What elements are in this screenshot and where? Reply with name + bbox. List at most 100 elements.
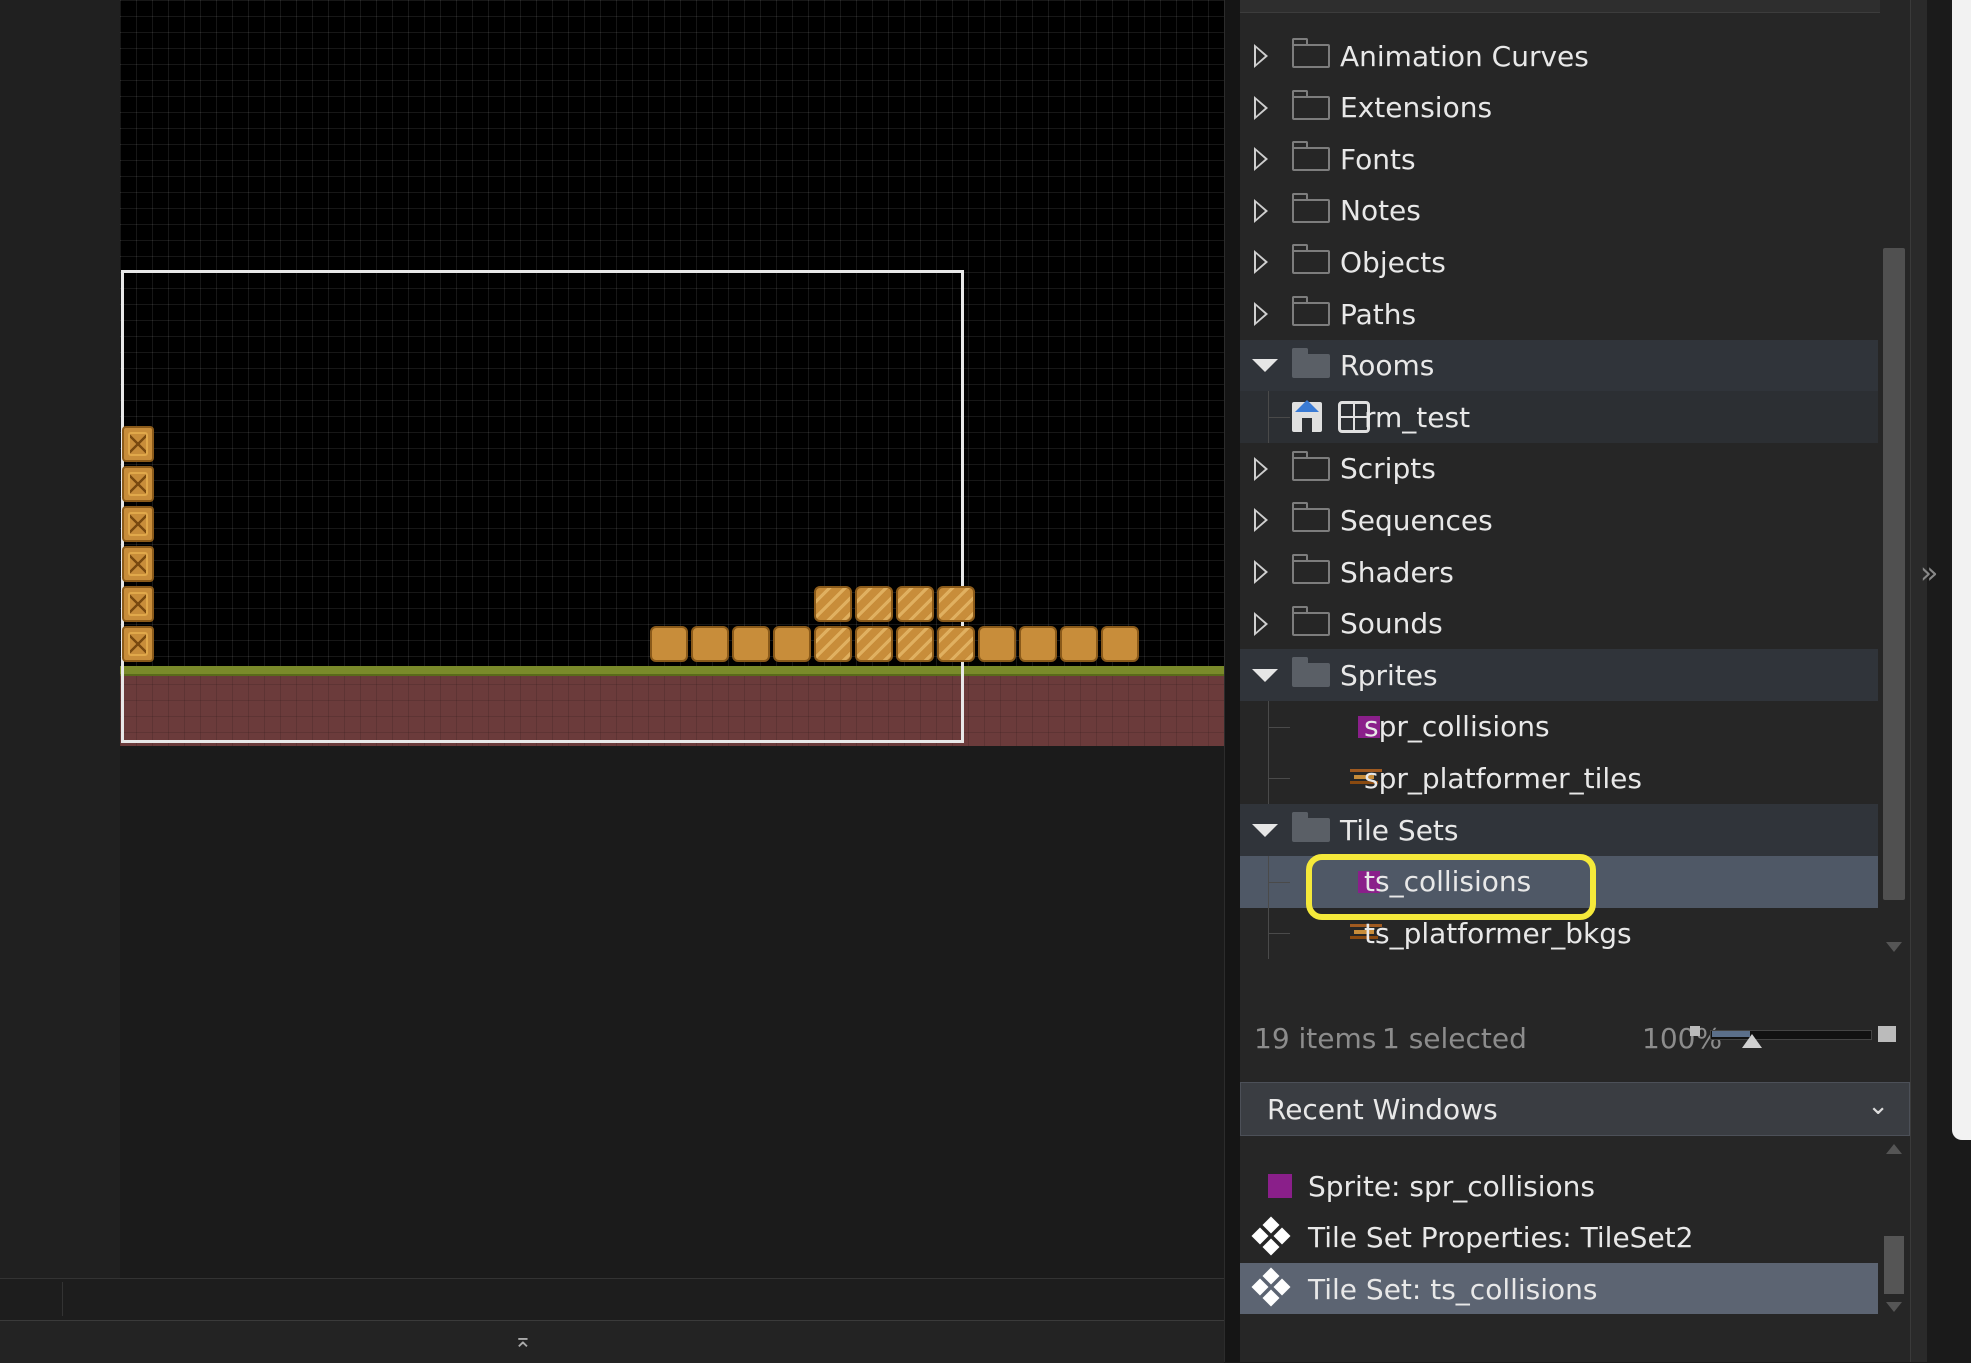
room-bounds-rectangle [121, 270, 964, 743]
chevron-right-icon[interactable] [1254, 198, 1269, 223]
tree-item-scripts[interactable]: Scripts [1240, 443, 1878, 495]
recent-window-item[interactable]: Tile Set: ts_collisions [1240, 1263, 1878, 1314]
tileset-icon [1251, 1216, 1291, 1256]
room-editor-canvas[interactable] [120, 0, 1224, 746]
panel-divider[interactable] [1224, 0, 1241, 1362]
chevron-right-icon[interactable] [1254, 44, 1269, 68]
tree-item-rm-test[interactable]: rm_test [1240, 391, 1878, 444]
platform-tile [1060, 626, 1098, 662]
tree-item-sounds[interactable]: Sounds [1240, 598, 1878, 650]
output-strip-field [62, 1282, 1223, 1316]
tree-item-sprites[interactable]: Sprites [1240, 649, 1878, 702]
chevron-down-icon[interactable]: ⌄ [1867, 1091, 1889, 1121]
crate-tile [122, 466, 154, 502]
tree-item-label: Objects [1340, 245, 1446, 279]
selected-count: 1 selected [1382, 1022, 1527, 1055]
chevron-right-icon[interactable] [1254, 611, 1269, 636]
chevron-down-icon[interactable] [1252, 359, 1278, 373]
tree-item-fonts[interactable]: Fonts [1240, 133, 1878, 185]
zoom-out-icon[interactable] [1690, 1026, 1700, 1036]
tree-item-label: spr_collisions [1364, 710, 1550, 744]
tree-line [1268, 778, 1290, 780]
folder-icon [1292, 89, 1330, 120]
folder-icon [1292, 502, 1330, 533]
chevron-right-icon[interactable] [1254, 147, 1269, 172]
tree-scrollbar-thumb[interactable] [1883, 248, 1905, 900]
chevron-down-icon[interactable] [1252, 823, 1278, 837]
chevron-down-icon[interactable] [1252, 668, 1278, 682]
panel-collapse-handle[interactable] [1910, 0, 1927, 1362]
tree-item-extensions[interactable]: Extensions [1240, 82, 1878, 134]
tree-item-label: Animation Curves [1340, 39, 1589, 73]
chevron-right-icon[interactable] [1254, 250, 1269, 275]
folder-icon [1292, 554, 1330, 584]
scroll-down-icon[interactable] [1886, 942, 1902, 952]
folder-icon [1292, 812, 1330, 842]
double-chevron-right-icon[interactable]: » [1920, 556, 1938, 591]
chevron-right-icon[interactable] [1254, 508, 1269, 533]
folder-icon [1292, 141, 1330, 172]
tree-item-shaders[interactable]: Shaders [1240, 546, 1878, 598]
tree-item-paths[interactable]: Paths [1240, 288, 1878, 340]
platform-tile [1101, 626, 1139, 662]
recent-windows-list: Sprite: spr_collisions Tile Set Propertie… [1240, 1136, 1880, 1314]
platform-tile [937, 626, 975, 662]
recent-window-item-partial [1240, 1136, 1878, 1162]
recent-window-item[interactable]: Tile Set Properties: TileSet2 [1240, 1212, 1878, 1264]
editor-left-gutter [0, 0, 120, 1278]
tree-item-spr-platformer-tiles[interactable]: spr_platformer_tiles [1240, 752, 1878, 805]
tree-item-label: Sounds [1340, 607, 1443, 641]
tileset-icon [1251, 1267, 1291, 1307]
zoom-in-icon[interactable] [1878, 1026, 1896, 1042]
platform-tile [814, 586, 852, 622]
zoom-slider-handle[interactable] [1742, 1034, 1762, 1048]
scroll-up-icon[interactable] [1886, 1144, 1902, 1154]
chevron-right-icon[interactable] [1254, 302, 1269, 326]
tree-item-label: spr_platformer_tiles [1364, 761, 1642, 795]
crate-tile [122, 506, 154, 542]
platform-tile [1019, 626, 1057, 662]
tree-line [1268, 933, 1290, 935]
platform-tile [855, 586, 893, 622]
scroll-down-icon[interactable] [1886, 1302, 1902, 1312]
tree-item-label: Paths [1340, 297, 1417, 331]
platform-tile [896, 626, 934, 662]
folder-icon [1292, 192, 1330, 223]
expand-up-icon[interactable]: ⌅ [510, 1328, 536, 1354]
tree-item-objects[interactable]: Objects [1240, 236, 1878, 288]
recent-scrollbar-thumb[interactable] [1884, 1236, 1904, 1294]
recent-windows-header[interactable]: Recent Windows ⌄ [1240, 1082, 1910, 1136]
home-icon [1292, 400, 1322, 433]
folder-icon [1292, 605, 1330, 636]
tree-item-tile-sets[interactable]: Tile Sets [1240, 804, 1878, 856]
platform-tile [732, 626, 770, 662]
tree-item-label: Sprites [1340, 658, 1438, 692]
recent-window-item[interactable]: Sprite: spr_collisions [1240, 1160, 1878, 1212]
chevron-right-icon[interactable] [1254, 95, 1269, 120]
tree-line [1268, 726, 1290, 728]
platform-tile [937, 586, 975, 622]
platform-tile [650, 626, 688, 662]
folder-icon [1292, 38, 1330, 68]
chevron-right-icon[interactable] [1254, 456, 1269, 481]
crate-tile [122, 586, 154, 622]
tree-item-spr-collisions[interactable]: spr_collisions [1240, 700, 1878, 753]
asset-info-bar: 19 items 1 selected 100% [1240, 1012, 1910, 1068]
tree-line [1268, 881, 1290, 883]
platform-tile [773, 626, 811, 662]
asset-browser-header [1240, 0, 1880, 13]
item-count: 19 items [1254, 1022, 1377, 1055]
selection-highlight [1306, 854, 1596, 920]
recent-windows-title: Recent Windows [1267, 1093, 1498, 1126]
tree-item-rooms[interactable]: Rooms [1240, 339, 1878, 392]
folder-icon [1292, 657, 1330, 688]
folder-icon [1292, 347, 1330, 378]
platform-tile [978, 626, 1016, 662]
folder-icon [1292, 296, 1330, 326]
editor-empty-area [120, 746, 1224, 1278]
tree-item-notes[interactable]: Notes [1240, 185, 1878, 237]
tree-item-sequences[interactable]: Sequences [1240, 494, 1878, 546]
chevron-right-icon[interactable] [1254, 560, 1269, 584]
tree-item-animation-curves[interactable]: Animation Curves [1240, 30, 1878, 82]
folder-icon [1292, 244, 1330, 275]
